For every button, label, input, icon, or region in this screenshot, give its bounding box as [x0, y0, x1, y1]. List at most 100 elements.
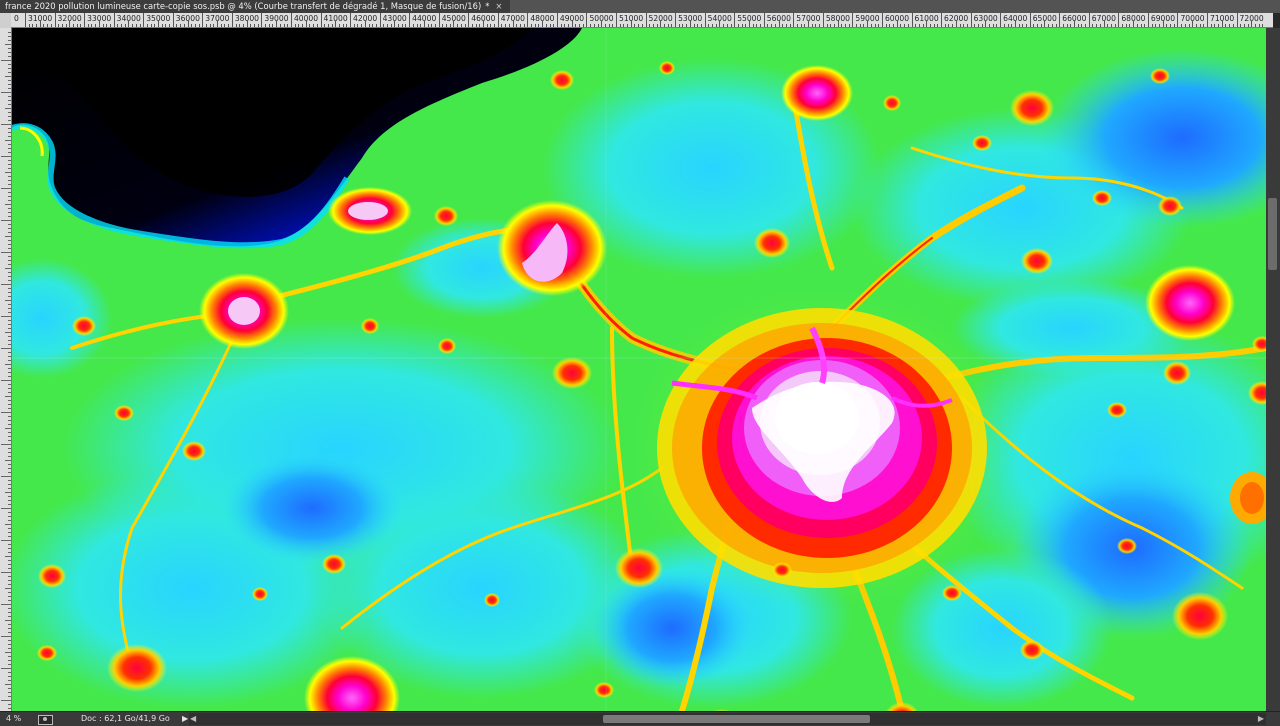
ruler-minor-tick — [8, 196, 11, 197]
vertical-scrollbar-thumb[interactable] — [1268, 198, 1277, 270]
ruler-minor-tick — [427, 24, 429, 27]
ruler-minor-tick — [1192, 21, 1194, 27]
ruler-minor-tick — [8, 132, 11, 133]
document-title: france 2020 pollution lumineuse carte-co… — [5, 1, 482, 11]
ruler-minor-tick — [833, 24, 835, 27]
ruler-minor-tick — [5, 428, 11, 429]
ruler-minor-tick — [324, 24, 326, 27]
ruler-minor-tick — [8, 376, 11, 377]
ruler-minor-tick — [183, 24, 185, 27]
proof-setup-icon[interactable] — [38, 715, 53, 725]
status-menu-arrow-icon[interactable]: ▶ — [182, 712, 188, 726]
ruler-minor-tick — [313, 24, 315, 27]
ruler-minor-tick — [963, 24, 965, 27]
ruler-minor-tick — [1070, 24, 1072, 27]
ruler-minor-tick — [8, 372, 11, 373]
ruler-minor-tick — [161, 24, 163, 27]
ruler-minor-tick — [176, 24, 178, 27]
ruler-minor-tick — [331, 24, 333, 27]
ruler-minor-tick — [279, 24, 281, 27]
ruler-minor-tick — [5, 684, 11, 685]
ruler-minor-tick — [1, 540, 11, 541]
ruler-minor-tick — [5, 588, 11, 589]
horizontal-scrollbar-thumb[interactable] — [603, 715, 870, 723]
ruler-minor-tick — [1199, 24, 1201, 27]
ruler-minor-tick — [135, 24, 137, 27]
status-bar: 4 % Doc : 62,1 Go/41,9 Go ▶ ◀ ▶ — [0, 711, 1280, 726]
ruler-minor-tick — [8, 436, 11, 437]
scroll-left-icon[interactable]: ◀ — [190, 713, 196, 725]
ruler-minor-tick — [464, 24, 466, 27]
ruler-minor-tick — [8, 296, 11, 297]
ruler-minor-tick — [209, 24, 211, 27]
close-icon[interactable]: × — [495, 0, 502, 13]
vertical-scrollbar[interactable] — [1266, 28, 1280, 711]
ruler-minor-tick — [571, 21, 573, 27]
ruler-minor-tick — [8, 400, 11, 401]
ruler-minor-tick — [8, 536, 11, 537]
ruler-minor-tick — [619, 24, 621, 27]
ruler-minor-tick — [8, 660, 11, 661]
ruler-minor-tick — [8, 232, 11, 233]
ruler-minor-tick — [1077, 24, 1079, 27]
ruler-minor-tick — [213, 24, 215, 27]
ruler-minor-tick — [678, 24, 680, 27]
ruler-minor-tick — [386, 24, 388, 27]
ruler-minor-tick — [8, 568, 11, 569]
document-canvas[interactable] — [12, 28, 1266, 711]
document-tab[interactable]: france 2020 pollution lumineuse carte-co… — [0, 0, 511, 13]
ruler-minor-tick — [8, 64, 11, 65]
ruler-minor-tick — [944, 24, 946, 27]
ruler-minor-tick — [8, 80, 11, 81]
ruler-minor-tick — [457, 24, 459, 27]
paris-metro — [632, 288, 1012, 608]
ruler-minor-tick — [8, 280, 11, 281]
ruler-minor-tick — [966, 24, 968, 27]
scroll-right-icon[interactable]: ▶ — [1258, 713, 1264, 725]
ruler-minor-tick — [95, 24, 97, 27]
ruler-minor-tick — [8, 104, 11, 105]
ruler-minor-tick — [811, 24, 813, 27]
ruler-minor-tick — [8, 708, 11, 709]
ruler-minor-tick — [1225, 24, 1227, 27]
ruler-minor-tick — [8, 228, 11, 229]
ruler-minor-tick — [157, 21, 159, 27]
ruler-minor-tick — [198, 24, 200, 27]
ruler-minor-tick — [974, 24, 976, 27]
ruler-minor-tick — [449, 24, 451, 27]
ruler-minor-tick — [985, 21, 987, 27]
ruler-minor-tick — [8, 452, 11, 453]
ruler-minor-tick — [1110, 24, 1112, 27]
ruler-minor-tick — [8, 184, 11, 185]
ruler-minor-tick — [250, 24, 252, 27]
ruler-minor-tick — [486, 24, 488, 27]
ruler-minor-tick — [109, 24, 111, 27]
vertical-ruler[interactable] — [0, 28, 12, 711]
ruler-minor-tick — [1155, 24, 1157, 27]
ruler-minor-tick — [8, 100, 11, 101]
horizontal-scrollbar[interactable]: ◀ ▶ — [189, 713, 1266, 725]
ruler-minor-tick — [1003, 24, 1005, 27]
ruler-minor-tick — [8, 168, 11, 169]
ruler-minor-tick — [1114, 24, 1116, 27]
ruler-minor-tick — [1262, 24, 1264, 27]
zoom-level[interactable]: 4 % — [6, 712, 30, 726]
ruler-minor-tick — [1044, 21, 1046, 27]
ruler-minor-tick — [302, 24, 304, 27]
ruler-minor-tick — [660, 21, 662, 27]
ruler-minor-tick — [845, 24, 846, 27]
ruler-minor-tick — [922, 24, 924, 27]
ruler-minor-tick — [1166, 24, 1168, 27]
ruler-minor-tick — [8, 616, 11, 617]
ruler-minor-tick — [401, 24, 403, 27]
ruler-minor-tick — [741, 24, 743, 27]
ruler-minor-tick — [837, 21, 839, 27]
horizontal-ruler[interactable]: 0 31000 32000 33000 34000 35000 36000 37000 380… — [11, 13, 1273, 28]
ruler-minor-tick — [5, 140, 11, 141]
ruler-minor-tick — [8, 480, 11, 481]
ruler-minor-tick — [5, 364, 11, 365]
ruler-minor-tick — [490, 24, 492, 27]
ruler-minor-tick — [1066, 24, 1068, 27]
light-pollution-map — [12, 28, 1266, 711]
ruler-start-label: 0 — [14, 14, 19, 23]
